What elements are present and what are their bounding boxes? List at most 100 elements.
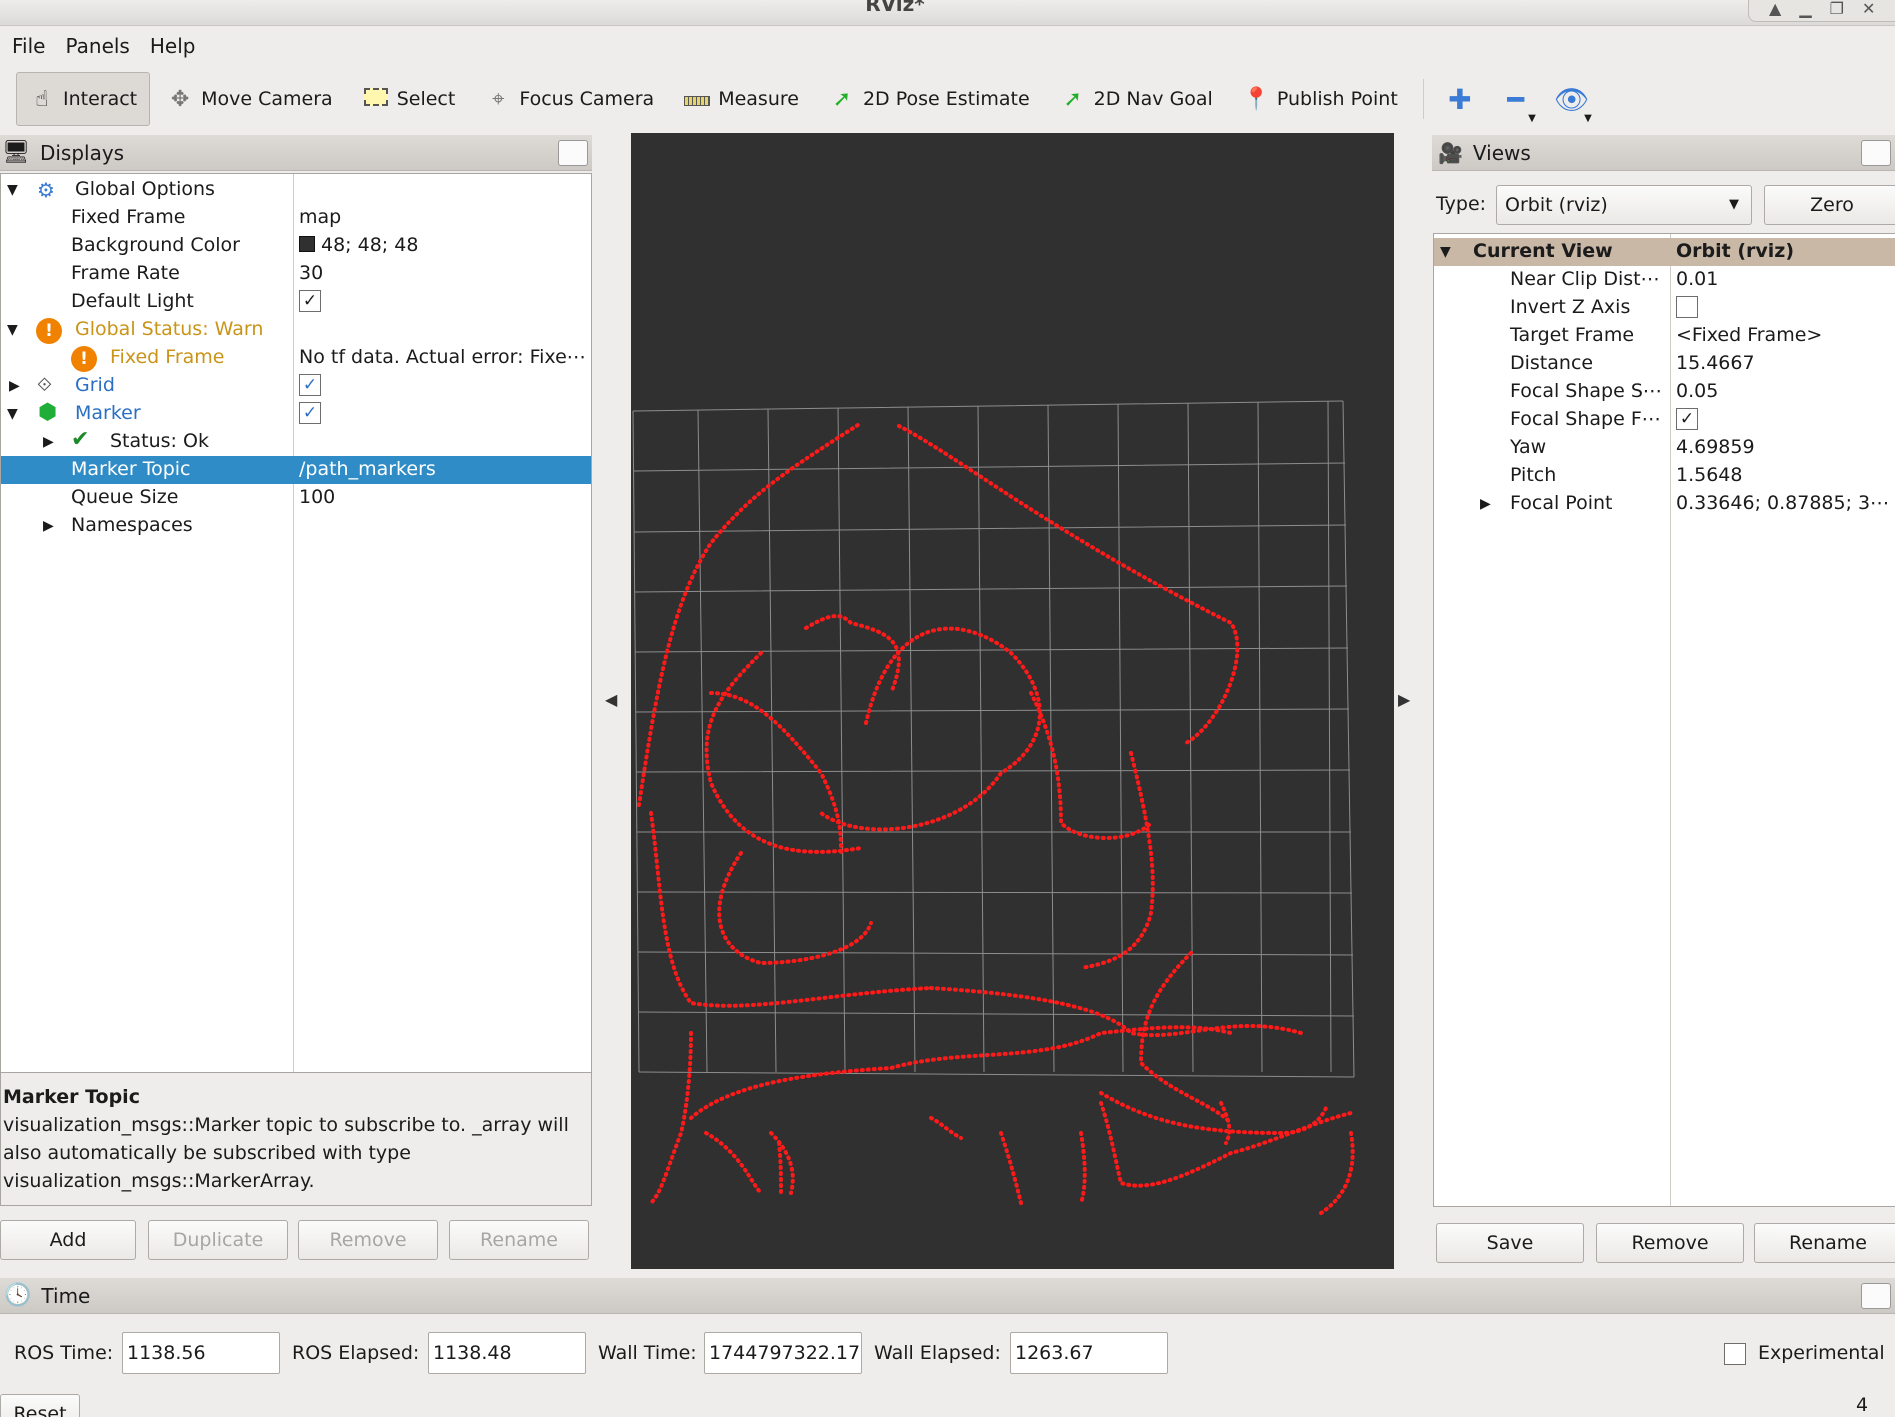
map-pin-icon: 📍 [1242,86,1271,112]
tree-row-namespaces[interactable]: ▶ Namespaces [1,512,591,540]
wall-elapsed-label: Wall Elapsed: [874,1342,1001,1364]
menu-help[interactable]: Help [140,34,206,58]
view-prop-target-frame[interactable]: Target Frame <Fixed Frame> [1434,322,1895,350]
default-light-checkbox[interactable]: ✓ [299,289,321,313]
tree-row-frame-rate[interactable]: Frame Rate 30 [1,260,591,288]
invert-z-checkbox[interactable] [1676,295,1698,319]
view-type-label: Type: [1436,193,1487,215]
add-display-button[interactable]: Add [0,1220,136,1260]
view-prop-yaw[interactable]: Yaw 4.69859 [1434,434,1895,462]
tree-row-default-light[interactable]: Default Light ✓ [1,288,591,316]
tool-move-camera[interactable]: ✥ Move Camera [154,72,346,126]
view-prop-value[interactable]: 1.5648 [1676,464,1742,486]
tool-select[interactable]: Select [350,72,469,126]
menu-file[interactable]: File [2,34,55,58]
view-prop-value[interactable]: 15.4667 [1676,352,1755,374]
remove-display-button[interactable]: Remove [298,1220,438,1260]
minimize-icon[interactable]: ▁ [1799,0,1811,18]
view-prop-value[interactable]: 0.05 [1676,380,1718,402]
tree-row-fixed-frame-status[interactable]: ! Fixed Frame No tf data. Actual error: … [1,344,591,372]
ros-elapsed-field[interactable]: 1138.48 [428,1332,586,1374]
tree-row-marker[interactable]: ▼ ⬢ Marker ✓ [1,400,591,428]
collapse-left-icon[interactable]: ◀ [605,690,617,709]
expand-arrow-icon[interactable]: ▼ [7,182,18,198]
tree-row-queue-size[interactable]: Queue Size 100 [1,484,591,512]
panel-float-button[interactable] [1861,1282,1891,1309]
expand-arrow-icon[interactable]: ▼ [7,322,18,338]
view-type-select[interactable]: Orbit (rviz) [1496,185,1752,225]
tool-2d-nav-goal[interactable]: ➚ 2D Nav Goal [1047,72,1226,126]
tree-row-value: No tf data. Actual error: Fixe⋯ [299,346,586,368]
tree-row-global-options[interactable]: ▼ ⚙ Global Options [1,176,591,204]
expand-arrow-icon[interactable]: ▶ [9,378,20,394]
tree-row-fixed-frame[interactable]: Fixed Frame map [1,204,591,232]
view-prop-value[interactable]: 4.69859 [1676,436,1755,458]
tree-row-value[interactable]: 30 [299,262,323,284]
tree-row-value[interactable]: 48; 48; 48 [299,234,418,256]
tool-interact[interactable]: ☝ Interact [16,72,151,126]
view-prop-value[interactable]: 0.01 [1676,268,1718,290]
maximize-icon[interactable]: ❐ [1830,0,1844,18]
render-viewport[interactable] [631,133,1394,1269]
tool-2d-pose-estimate[interactable]: ➚ 2D Pose Estimate [816,72,1043,126]
panel-float-button[interactable] [1861,139,1891,166]
zero-button[interactable]: Zero [1764,185,1895,225]
remove-view-button[interactable]: Remove [1596,1223,1744,1263]
expand-arrow-icon[interactable]: ▶ [1480,496,1491,512]
view-prop-focal-shape-size[interactable]: Focal Shape S⋯ 0.05 [1434,378,1895,406]
reset-button[interactable]: Reset [0,1394,80,1417]
wall-time-field[interactable]: 1744797322.17 [704,1332,862,1374]
view-prop-value[interactable]: 0.33646; 0.87885; 3⋯ [1676,492,1889,514]
menu-panels[interactable]: Panels [55,34,139,58]
rename-display-button[interactable]: Rename [449,1220,589,1260]
tool-publish-point[interactable]: 📍 Publish Point [1230,72,1411,126]
tool-measure[interactable]: Measure [671,72,812,126]
view-prop-focal-point[interactable]: ▶ Focal Point 0.33646; 0.87885; 3⋯ [1434,490,1895,518]
expand-arrow-icon[interactable]: ▼ [7,406,18,422]
view-prop-distance[interactable]: Distance 15.4667 [1434,350,1895,378]
view-prop-near-clip[interactable]: Near Clip Dist⋯ 0.01 [1434,266,1895,294]
expand-arrow-icon[interactable]: ▶ [43,518,54,534]
duplicate-display-button[interactable]: Duplicate [148,1220,288,1260]
save-view-button[interactable]: Save [1436,1223,1584,1263]
tree-row-marker-topic[interactable]: Marker Topic /path_markers [1,456,591,484]
tool-label: Publish Point [1276,88,1398,110]
cube-icon: ⬢ [38,400,58,425]
wall-elapsed-field[interactable]: 1263.67 [1010,1332,1168,1374]
expand-arrow-icon[interactable]: ▼ [1440,244,1451,260]
close-icon[interactable]: ✕ [1862,0,1875,18]
ros-time-field[interactable]: 1138.56 [122,1332,280,1374]
marker-enabled-checkbox[interactable]: ✓ [299,401,321,425]
keep-above-icon[interactable]: ▲ [1769,0,1781,18]
tree-row-value[interactable]: 100 [299,486,335,508]
experimental-checkbox[interactable] [1724,1343,1746,1365]
checkmark-icon: ✔ [71,427,90,452]
tree-row-value[interactable]: map [299,206,341,228]
tree-row-grid[interactable]: ▶ ⟐ Grid ✓ [1,372,591,400]
remove-tool-button[interactable]: ━ ▼ [1488,83,1544,124]
expand-arrow-icon[interactable]: ▶ [43,434,54,450]
tree-row-label: Global Options [75,178,215,200]
view-prop-invert-z[interactable]: Invert Z Axis [1434,294,1895,322]
grid-enabled-checkbox[interactable]: ✓ [299,373,321,397]
view-prop-label: Focal Shape F⋯ [1510,408,1661,430]
rename-view-button[interactable]: Rename [1754,1223,1895,1263]
current-view-row[interactable]: ▼ Current View Orbit (rviz) [1434,238,1895,266]
panel-float-button[interactable] [558,139,588,166]
time-fields-row: ROS Time: 1138.56 ROS Elapsed: 1138.48 W… [0,1332,1895,1376]
view-prop-focal-shape-fixed[interactable]: Focal Shape F⋯ ✓ [1434,406,1895,434]
tree-row-value[interactable]: /path_markers [299,458,436,480]
focal-shape-fixed-checkbox[interactable]: ✓ [1676,407,1698,431]
add-tool-button[interactable]: ✚ [1432,83,1488,116]
collapse-right-icon[interactable]: ▶ [1398,690,1410,709]
tool-focus-camera[interactable]: ⌖ Focus Camera [472,72,667,126]
tree-row-background-color[interactable]: Background Color 48; 48; 48 [1,232,591,260]
tool-visibility-button[interactable]: 👁 ▼ [1544,83,1600,124]
view-prop-pitch[interactable]: Pitch 1.5648 [1434,462,1895,490]
camera-icon: 🎥 [1438,140,1463,165]
displays-title: Displays [39,140,125,165]
view-prop-value[interactable]: <Fixed Frame> [1676,324,1822,346]
tree-row-global-status[interactable]: ▼ ! Global Status: Warn [1,316,591,344]
tree-row-status-ok[interactable]: ▶ ✔ Status: Ok [1,427,591,456]
tree-row-label: Fixed Frame [110,346,225,368]
